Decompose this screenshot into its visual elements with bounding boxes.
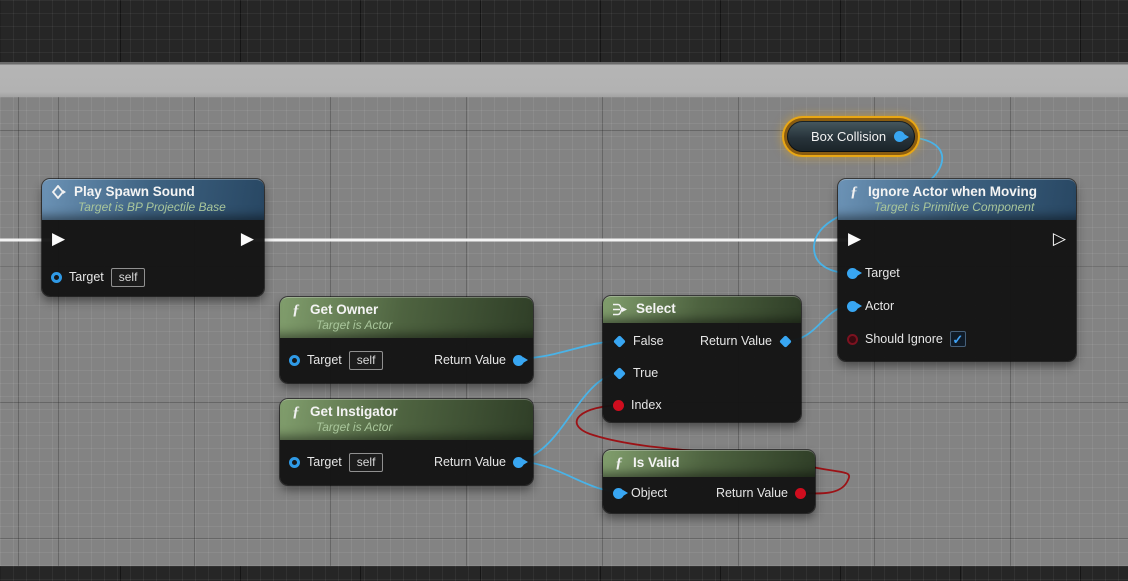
target-self-field[interactable]: self — [349, 351, 384, 370]
target-self-field[interactable]: self — [111, 268, 146, 287]
actor-pin-label: Actor — [865, 299, 894, 313]
object-pin-label: Object — [631, 486, 667, 500]
node-get-owner[interactable]: ƒ Get Owner Target is Actor Target self … — [280, 297, 533, 383]
return-value-pin[interactable] — [779, 335, 792, 348]
node-title: Select — [636, 301, 676, 317]
target-pin-label: Target — [865, 266, 900, 280]
node-select[interactable]: Select False Return Value True Index — [603, 296, 801, 422]
top-dark-panel — [0, 0, 1128, 62]
exec-output-pin[interactable]: ▶ — [241, 230, 254, 247]
node-title: Get Instigator — [310, 404, 398, 420]
node-title: Ignore Actor when Moving — [868, 184, 1037, 200]
target-pin-label: Target — [69, 270, 104, 284]
return-value-label: Return Value — [700, 334, 772, 348]
true-pin[interactable] — [613, 367, 626, 380]
object-pin[interactable] — [613, 488, 624, 499]
box-collision-label: Box Collision — [811, 129, 886, 144]
exec-output-pin[interactable]: ▷ — [1053, 230, 1066, 247]
node-title: Is Valid — [633, 455, 680, 471]
bottom-dark-panel — [0, 566, 1128, 581]
target-pin[interactable] — [289, 355, 300, 366]
node-is-valid[interactable]: ƒ Is Valid Object Return Value — [603, 450, 815, 513]
actor-pin[interactable] — [847, 301, 858, 312]
return-value-pin[interactable] — [513, 355, 524, 366]
target-pin-label: Target — [307, 353, 342, 367]
target-pin-label: Target — [307, 455, 342, 469]
blueprint-editor: Box Collision Play Spawn Sound Target is… — [0, 0, 1128, 581]
node-subtitle: Target is Primitive Component — [847, 200, 1066, 215]
target-pin[interactable] — [847, 268, 858, 279]
ignore-actor-header: ƒ Ignore Actor when Moving Target is Pri… — [838, 179, 1076, 220]
return-value-pin[interactable] — [513, 457, 524, 468]
is-valid-header: ƒ Is Valid — [603, 450, 815, 477]
node-title: Get Owner — [310, 302, 378, 318]
select-icon — [612, 303, 629, 316]
should-ignore-label: Should Ignore — [865, 332, 943, 346]
node-get-instigator[interactable]: ƒ Get Instigator Target is Actor Target … — [280, 399, 533, 485]
exec-input-pin[interactable]: ▶ — [52, 230, 65, 247]
target-pin[interactable] — [289, 457, 300, 468]
node-title: Play Spawn Sound — [74, 184, 195, 200]
node-subtitle: Target is BP Projectile Base — [51, 200, 254, 215]
function-icon: ƒ — [847, 184, 861, 200]
select-header: Select — [603, 296, 801, 323]
exec-input-pin[interactable]: ▶ — [848, 230, 861, 247]
node-subtitle: Target is Actor — [289, 420, 523, 435]
get-instigator-header: ƒ Get Instigator Target is Actor — [280, 399, 533, 440]
return-value-pin[interactable] — [795, 488, 806, 499]
function-icon: ƒ — [289, 404, 303, 420]
false-pin[interactable] — [613, 335, 626, 348]
true-pin-label: True — [633, 366, 658, 380]
diamond-arrow-icon — [51, 185, 67, 199]
index-pin-label: Index — [631, 398, 662, 412]
box-collision-output-pin[interactable] — [894, 131, 905, 142]
should-ignore-checkbox[interactable]: ✓ — [950, 331, 966, 347]
target-self-field[interactable]: self — [349, 453, 384, 472]
node-play-spawn-sound[interactable]: Play Spawn Sound Target is BP Projectile… — [42, 179, 264, 296]
get-owner-header: ƒ Get Owner Target is Actor — [280, 297, 533, 338]
node-ignore-actor-when-moving[interactable]: ƒ Ignore Actor when Moving Target is Pri… — [838, 179, 1076, 361]
horizontal-divider-bar — [0, 62, 1128, 97]
function-icon: ƒ — [612, 455, 626, 471]
should-ignore-pin[interactable] — [847, 334, 858, 345]
false-pin-label: False — [633, 334, 664, 348]
node-box-collision[interactable]: Box Collision — [784, 118, 918, 155]
return-value-label: Return Value — [716, 486, 788, 500]
node-subtitle: Target is Actor — [289, 318, 523, 333]
return-value-label: Return Value — [434, 455, 506, 469]
target-pin[interactable] — [51, 272, 62, 283]
return-value-label: Return Value — [434, 353, 506, 367]
play-spawn-sound-header: Play Spawn Sound Target is BP Projectile… — [42, 179, 264, 220]
index-pin[interactable] — [613, 400, 624, 411]
function-icon: ƒ — [289, 302, 303, 318]
